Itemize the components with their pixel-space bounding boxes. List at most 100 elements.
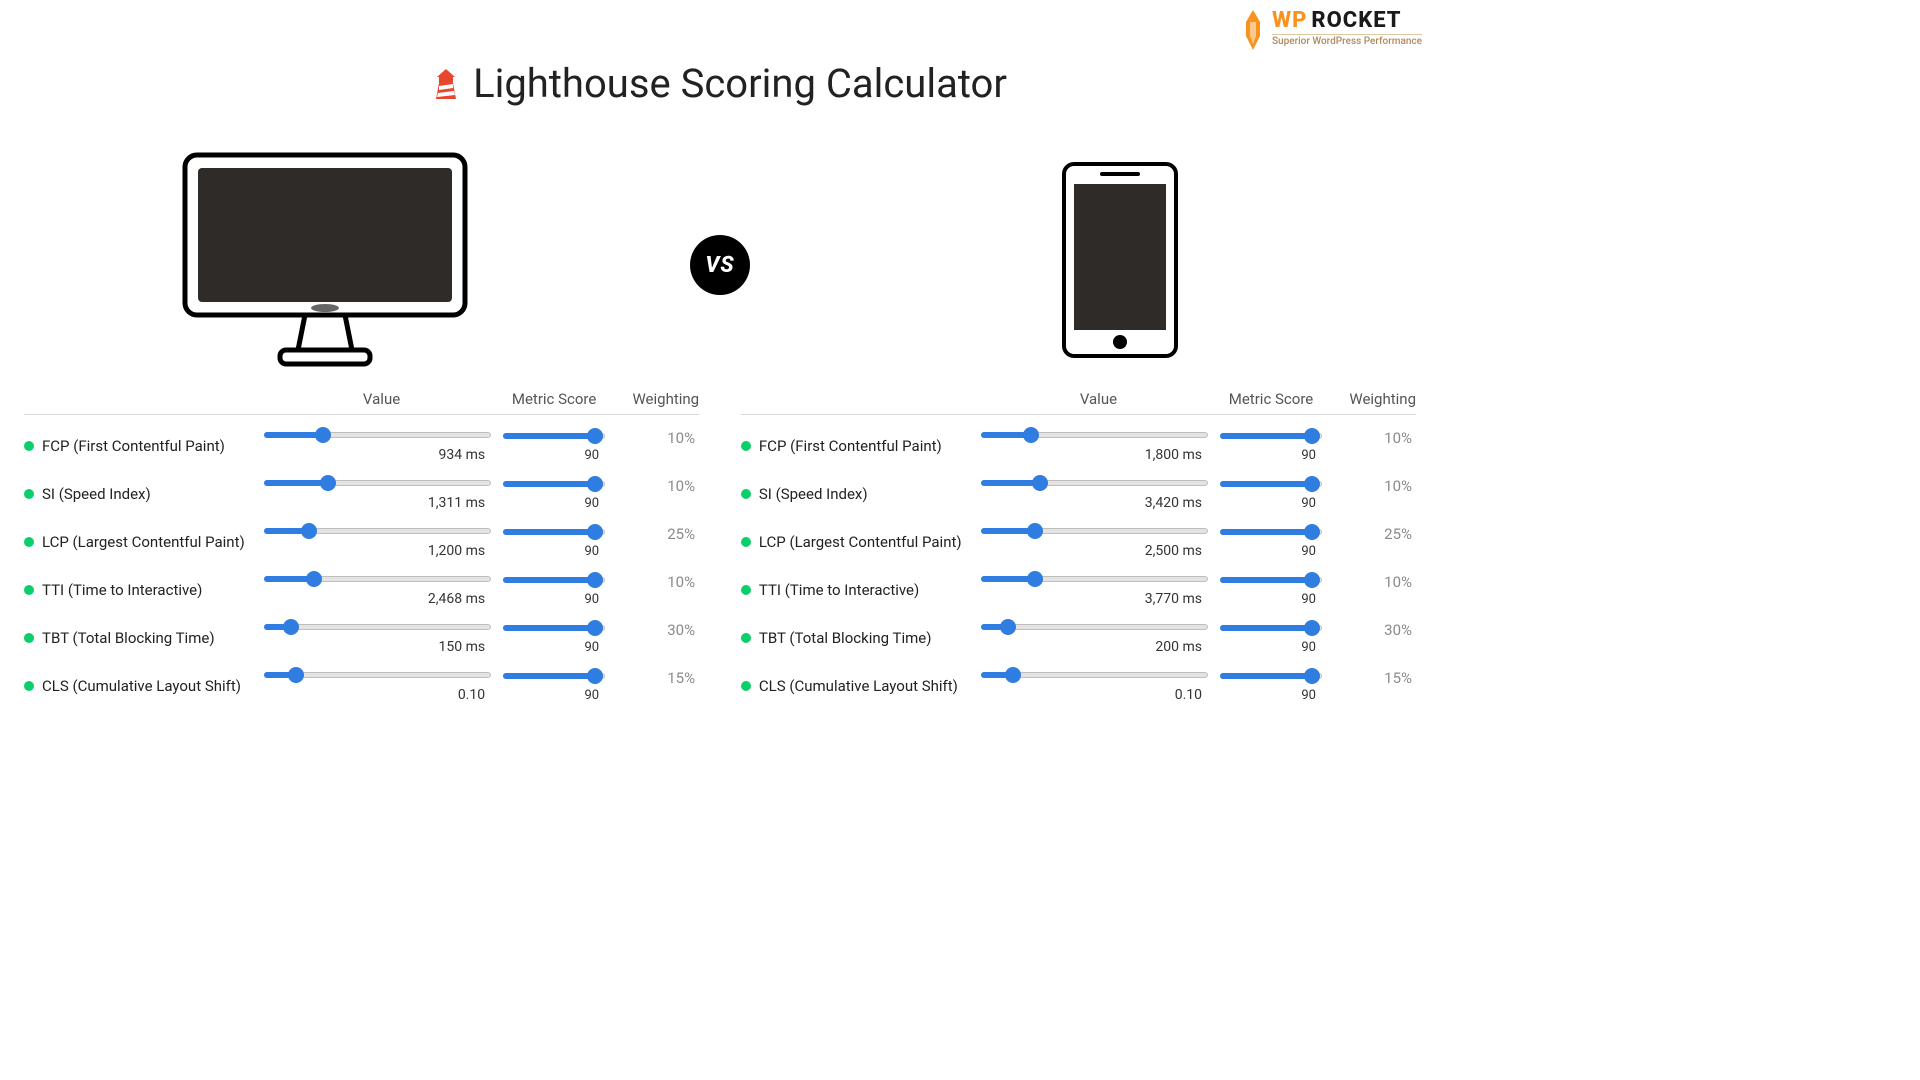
score-slider[interactable] [1220,478,1322,490]
desktop-metric-row: LCP (Largest Contentful Paint)1,200 ms90… [24,511,699,559]
value-cell: 1,200 ms [264,525,499,559]
value-slider[interactable] [264,621,491,633]
score-text: 90 [1220,448,1322,463]
score-text: 90 [1220,592,1322,607]
score-slider[interactable] [503,670,605,682]
score-text: 90 [503,448,605,463]
value-text: 1,200 ms [264,543,491,559]
score-slider[interactable] [1220,526,1322,538]
weight-text: 15% [1326,669,1416,687]
metric-name: SI (Speed Index) [759,485,868,503]
mobile-illustration [1060,160,1180,364]
mobile-metric-row: LCP (Largest Contentful Paint)2,500 ms90… [741,511,1416,559]
col-weighting: Weighting [1326,390,1416,408]
weight-text: 15% [609,669,699,687]
status-dot-icon [24,441,34,451]
score-slider[interactable] [503,622,605,634]
brand-logo: WP ROCKET Superior WordPress Performance [1240,10,1422,50]
metric-name: FCP (First Contentful Paint) [759,437,942,455]
score-slider[interactable] [1220,430,1322,442]
score-cell: 90 [1216,430,1326,463]
value-slider[interactable] [981,573,1208,585]
status-dot-icon [741,633,751,643]
value-cell: 3,770 ms [981,573,1216,607]
score-text: 90 [503,496,605,511]
weight-text: 10% [609,573,699,591]
score-slider[interactable] [1220,574,1322,586]
weight-text: 25% [609,525,699,543]
rocket-icon [1240,10,1266,50]
score-slider[interactable] [1220,670,1322,682]
col-metric-score: Metric Score [499,390,609,408]
desktop-metric-row: TBT (Total Blocking Time)150 ms9030% [24,607,699,655]
value-text: 934 ms [264,447,491,463]
mobile-metric-row: TBT (Total Blocking Time)200 ms 90 30% [741,607,1416,655]
weight-text: 25% [1326,525,1416,543]
value-slider[interactable] [981,525,1208,537]
value-slider[interactable] [264,525,491,537]
score-text: 90 [1220,688,1322,703]
mobile-metric-row: FCP (First Contentful Paint)1,800 ms9010… [741,415,1416,463]
metric-label: TTI (Time to Interactive) [24,581,264,599]
status-dot-icon [741,585,751,595]
status-dot-icon [24,681,34,691]
col-metric-score: Metric Score [1216,390,1326,408]
metric-label: CLS (Cumulative Layout Shift) [24,677,264,695]
value-cell: 150 ms [264,621,499,655]
desktop-metrics-panel: Value Metric Score Weighting FCP (First … [24,390,699,703]
metric-label: SI (Speed Index) [741,485,981,503]
value-slider[interactable] [264,429,491,441]
value-text: 150 ms [264,639,491,655]
metric-label: LCP (Largest Contentful Paint) [741,533,981,551]
weight-text: 30% [1326,621,1416,639]
mobile-table-header: Value Metric Score Weighting [741,390,1416,415]
status-dot-icon [741,537,751,547]
value-text: 1,311 ms [264,495,491,511]
col-weighting: Weighting [609,390,699,408]
score-slider[interactable] [503,430,605,442]
status-dot-icon [24,585,34,595]
status-dot-icon [741,441,751,451]
metric-name: LCP (Largest Contentful Paint) [759,533,962,551]
desktop-metric-row: TTI (Time to Interactive)2,468 ms9010% [24,559,699,607]
desktop-metric-row: SI (Speed Index)1,311 ms9010% [24,463,699,511]
value-slider[interactable] [264,573,491,585]
metric-label: FCP (First Contentful Paint) [24,437,264,455]
value-cell: 2,500 ms [981,525,1216,559]
metric-label: TBT (Total Blocking Time) [741,629,981,647]
value-slider[interactable] [981,621,1208,633]
value-slider[interactable] [981,669,1208,681]
score-text: 90 [1220,640,1322,655]
metric-name: TBT (Total Blocking Time) [42,629,215,647]
value-slider[interactable] [264,669,491,681]
value-text: 200 ms [981,639,1208,655]
score-cell: 90 [499,670,609,703]
metric-label: TBT (Total Blocking Time) [24,629,264,647]
logo-word-1: WP [1272,8,1307,33]
mobile-metric-row: SI (Speed Index)3,420 ms9010% [741,463,1416,511]
mobile-metric-row: TTI (Time to Interactive)3,770 ms9010% [741,559,1416,607]
vs-label: VS [705,253,734,278]
value-slider[interactable] [264,477,491,489]
score-slider[interactable] [503,526,605,538]
value-text: 3,420 ms [981,495,1208,511]
score-cell: 90 [499,526,609,559]
value-cell: 934 ms [264,429,499,463]
page-title-row: Lighthouse Scoring Calculator [0,60,1440,107]
metric-name: SI (Speed Index) [42,485,151,503]
score-cell: 90 [499,622,609,655]
score-slider[interactable] [1220,622,1322,634]
value-cell: 200 ms [981,621,1216,655]
value-slider[interactable] [981,429,1208,441]
metric-label: SI (Speed Index) [24,485,264,503]
logo-word-2: ROCKET [1311,8,1401,33]
value-slider[interactable] [981,477,1208,489]
desktop-table-header: Value Metric Score Weighting [24,390,699,415]
value-text: 0.10 [981,687,1208,703]
score-slider[interactable] [503,478,605,490]
logo-tagline: Superior WordPress Performance [1272,34,1422,47]
weight-text: 10% [1326,573,1416,591]
mobile-metric-row: CLS (Cumulative Layout Shift)0.109015% [741,655,1416,703]
score-slider[interactable] [503,574,605,586]
status-dot-icon [24,489,34,499]
